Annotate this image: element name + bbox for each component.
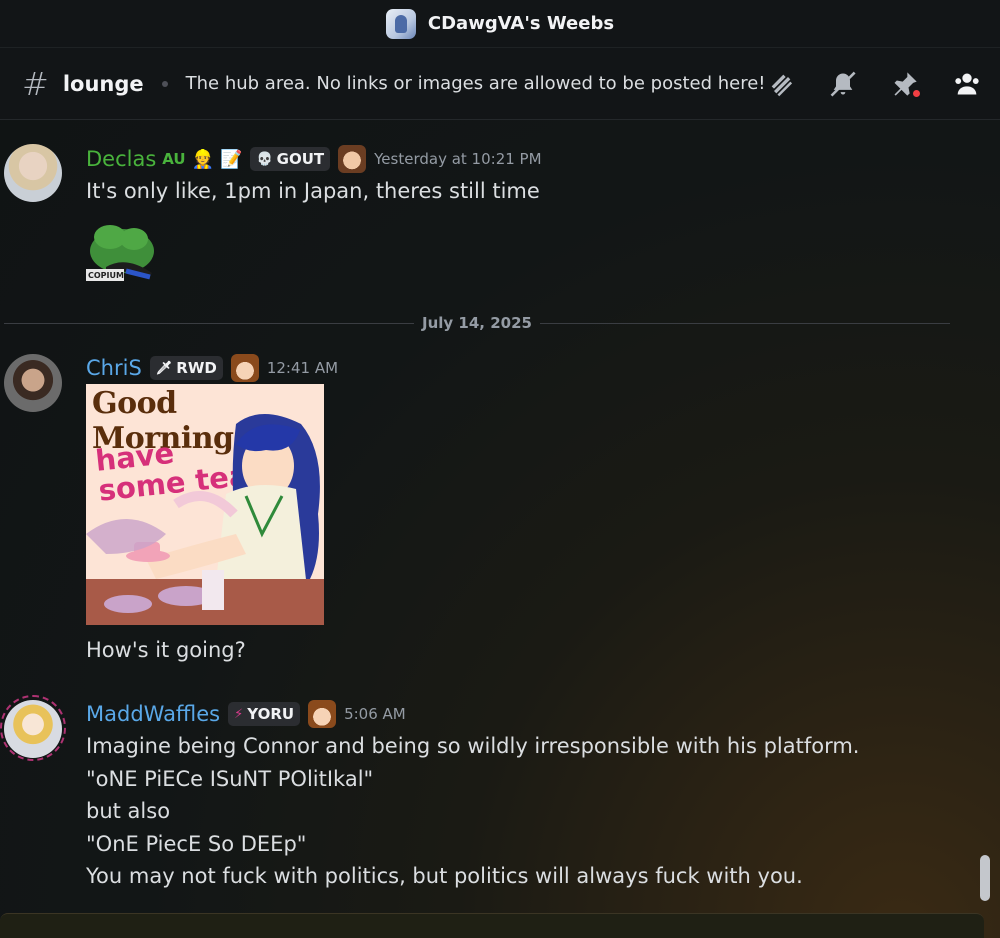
message-line: but also bbox=[86, 799, 171, 823]
guild-tag[interactable]: 💀 GOUT bbox=[250, 147, 331, 171]
server-icon bbox=[385, 8, 416, 39]
role-icon bbox=[308, 700, 337, 728]
sword-icon: 🗡 bbox=[155, 360, 173, 376]
guild-tag[interactable]: ⚡ YORU bbox=[228, 702, 301, 726]
scrollbar-thumb[interactable] bbox=[980, 855, 990, 901]
divider-date: July 14, 2025 bbox=[422, 314, 532, 332]
header-toolbar bbox=[766, 48, 982, 120]
server-name: CDawgVA's Weebs bbox=[427, 13, 615, 34]
username[interactable]: Declas bbox=[86, 147, 156, 171]
message-input-bar[interactable] bbox=[0, 913, 984, 938]
guild-tag[interactable]: 🗡 RWD bbox=[149, 356, 223, 380]
anime-woman-illustration bbox=[86, 414, 324, 625]
timestamp[interactable]: Yesterday at 10:21 PM bbox=[374, 150, 541, 168]
divider-line bbox=[539, 322, 951, 324]
pinned-messages-icon[interactable] bbox=[890, 69, 922, 99]
text-channel-icon: # bbox=[22, 64, 49, 103]
message-line: "OnE PiecE So DEEp" bbox=[86, 831, 307, 856]
header-separator bbox=[161, 80, 168, 87]
message-text: Imagine being Connor and being so wildly… bbox=[86, 730, 859, 893]
avatar[interactable] bbox=[4, 354, 62, 412]
username[interactable]: ChriS bbox=[86, 356, 142, 380]
sticker-caption: COPIUM bbox=[88, 271, 124, 280]
good-morning-image[interactable]: Good Morning! have some tea bbox=[86, 384, 324, 625]
member-list-icon[interactable] bbox=[952, 69, 982, 99]
avatar[interactable] bbox=[4, 144, 62, 202]
message-text: How's it going? bbox=[86, 634, 246, 667]
message-list: Declas AU 👷 📝 💀 GOUT Yesterday at 10:21 P… bbox=[0, 121, 1000, 911]
message-line: "oNE PiECe ISuNT POlitIkal" bbox=[86, 766, 374, 791]
channel-topic[interactable]: The hub area. No links or images are all… bbox=[186, 73, 766, 94]
avatar-decoration-icon bbox=[0, 695, 66, 761]
notifications-muted-icon[interactable] bbox=[828, 69, 858, 99]
date-divider: July 14, 2025 bbox=[4, 311, 951, 335]
message-line: It's only like, 1pm in Japan, theres sti… bbox=[86, 179, 540, 203]
role-icon bbox=[338, 145, 367, 173]
message-line: Imagine being Connor and being so wildly… bbox=[86, 734, 860, 758]
lightning-icon: ⚡ bbox=[234, 706, 244, 722]
channel-header: # lounge The hub area. No links or image… bbox=[0, 48, 1000, 120]
message-line: How's it going? bbox=[86, 638, 246, 662]
threads-icon[interactable] bbox=[766, 69, 796, 99]
message-header: MaddWaffles ⚡ YORU 5:06 AM bbox=[86, 700, 406, 728]
unread-dot bbox=[911, 88, 922, 99]
channel-name: lounge bbox=[62, 71, 144, 96]
worker-emoji-icon: 👷 bbox=[191, 148, 215, 170]
divider-line bbox=[4, 322, 415, 324]
skull-icon: 💀 bbox=[256, 151, 273, 167]
window-titlebar: CDawgVA's Weebs bbox=[0, 0, 1000, 48]
message-text: It's only like, 1pm in Japan, theres sti… bbox=[86, 175, 540, 208]
timestamp[interactable]: 12:41 AM bbox=[267, 359, 338, 377]
copium-sticker[interactable]: COPIUM bbox=[86, 211, 158, 283]
username[interactable]: MaddWaffles bbox=[86, 702, 220, 726]
message-header: ChriS 🗡 RWD 12:41 AM bbox=[86, 354, 338, 382]
memo-emoji-icon: 📝 bbox=[220, 148, 243, 170]
role-tag: AU bbox=[162, 150, 186, 168]
message-header: Declas AU 👷 📝 💀 GOUT Yesterday at 10:21 P… bbox=[86, 145, 542, 173]
role-icon bbox=[230, 354, 259, 382]
message-line: You may not fuck with politics, but poli… bbox=[86, 864, 803, 888]
timestamp[interactable]: 5:06 AM bbox=[344, 705, 406, 723]
